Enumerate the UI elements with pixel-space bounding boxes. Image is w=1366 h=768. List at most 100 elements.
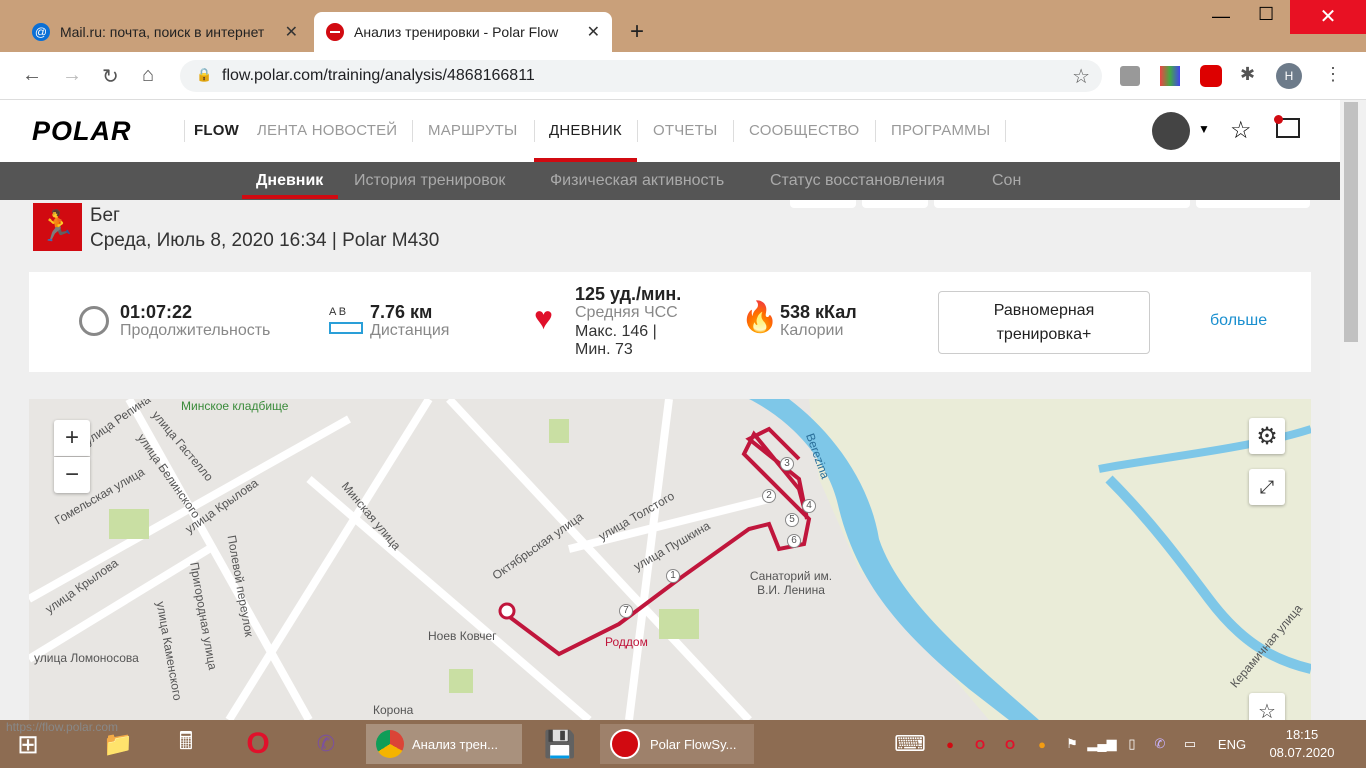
minimize-button[interactable]: — (1212, 6, 1230, 27)
calculator-icon[interactable]: 🖩 (166, 724, 206, 764)
nav-programs[interactable]: ПРОГРАММЫ (891, 122, 990, 139)
map-label: Минское кладбище (181, 399, 289, 413)
nav-reports[interactable]: ОТЧЕТЫ (653, 122, 717, 139)
volume-icon[interactable]: ▭ (1180, 724, 1200, 764)
save-disk-icon[interactable]: 💾 (540, 724, 580, 764)
map-star-icon[interactable]: ☆ (1249, 693, 1285, 720)
back-button[interactable]: ← (22, 64, 42, 87)
training-benefit-button[interactable]: Равномерная тренировка+ (938, 291, 1150, 354)
heart-icon: ♥ (534, 300, 553, 336)
subnav-history[interactable]: История тренировок (354, 172, 505, 190)
nav-routes[interactable]: МАРШРУТЫ (428, 122, 518, 139)
ruler-icon (329, 322, 363, 334)
toolbar-button[interactable] (790, 200, 856, 208)
taskbar: ⊞ 📁 🖩 O ✆ Анализ трен... 💾 Polar FlowSy.… (0, 720, 1366, 768)
zoom-out-button[interactable]: − (54, 457, 90, 493)
polar-icon (326, 23, 344, 41)
route-km-marker[interactable]: 3 (780, 457, 794, 471)
battery-icon[interactable]: ▯ (1122, 724, 1142, 764)
distance-ab: A B (329, 306, 347, 318)
new-tab-button[interactable]: + (630, 18, 644, 46)
tray-app-icon[interactable]: ● (1034, 724, 1050, 764)
polar-header: POLAR FLOW ЛЕНТА НОВОСТЕЙ МАРШРУТЫ ДНЕВН… (0, 100, 1340, 162)
sub-navigation: Дневник История тренировок Физическая ак… (0, 162, 1340, 200)
status-url: https://flow.polar.com (6, 720, 119, 734)
forward-button[interactable]: → (62, 64, 82, 87)
extension-icon[interactable] (1120, 66, 1140, 86)
tab-polar[interactable]: Анализ тренировки - Polar Flow ✕ (314, 12, 612, 52)
notification-dot (1274, 115, 1283, 124)
more-link[interactable]: больше (1210, 312, 1267, 330)
map-settings-gear-icon[interactable]: ⚙ (1249, 418, 1285, 454)
route-km-marker[interactable]: 2 (762, 489, 776, 503)
chevron-down-icon[interactable]: ▼ (1198, 122, 1210, 136)
distance-value: 7.76 км (370, 302, 433, 322)
keyboard-icon[interactable]: ⌨ (892, 724, 928, 764)
maximize-button[interactable]: ☐ (1258, 4, 1274, 25)
close-icon[interactable]: ✕ (587, 22, 600, 42)
taskbar-chrome[interactable]: Анализ трен... (366, 724, 522, 764)
duration-value: 01:07:22 (120, 302, 193, 322)
menu-icon[interactable]: ⋮ (1324, 64, 1342, 85)
opera-tray-icon[interactable]: O (1000, 724, 1020, 764)
nav-community[interactable]: СООБЩЕСТВО (749, 122, 859, 139)
close-icon[interactable]: ✕ (285, 22, 298, 42)
browser-tab-strip: @ Mail.ru: почта, поиск в интернет ✕ Ана… (0, 0, 1366, 52)
tab-mail[interactable]: @ Mail.ru: почта, поиск в интернет ✕ (20, 12, 310, 52)
zoom-in-button[interactable]: + (54, 420, 90, 456)
clock-time: 18:15 (1285, 727, 1319, 742)
toolbar-button[interactable] (1196, 200, 1310, 208)
viber-icon[interactable]: ✆ (306, 724, 346, 764)
extension-icon[interactable] (1160, 66, 1180, 86)
toolbar-button[interactable] (862, 200, 928, 208)
route-km-marker[interactable]: 5 (785, 513, 799, 527)
sport-name: Бег (90, 205, 120, 226)
map-label: Ноев Ковчег (428, 629, 497, 643)
profile-avatar[interactable]: H (1276, 63, 1302, 89)
chrome-icon (376, 730, 404, 758)
stopwatch-icon (79, 306, 109, 336)
route-map[interactable]: Минское кладбище улица Репина улица Гаст… (29, 399, 1311, 720)
route-km-marker[interactable]: 4 (802, 499, 816, 513)
polar-logo[interactable]: POLAR (32, 116, 132, 147)
fullscreen-icon[interactable]: ⤢ (1249, 469, 1285, 505)
language-indicator[interactable]: ENG (1212, 724, 1252, 764)
distance-label: Дистанция (370, 322, 450, 339)
session-datetime: Среда, Июль 8, 2020 16:34 | Polar M430 (90, 230, 440, 251)
calories-label: Калории (780, 322, 844, 339)
scrollbar-thumb[interactable] (1344, 102, 1358, 342)
hr-min: Мин. 73 (575, 341, 633, 358)
toolbar-button[interactable] (934, 200, 1190, 208)
taskbar-polar-flowsync[interactable]: Polar FlowSy... (600, 724, 754, 764)
summary-card: 01:07:22 Продолжительность A B 7.76 км Д… (29, 272, 1311, 372)
nav-news[interactable]: ЛЕНТА НОВОСТЕЙ (257, 122, 397, 139)
extensions-puzzle-icon[interactable]: ✱ (1240, 64, 1255, 85)
bookmark-star-icon[interactable]: ☆ (1072, 64, 1090, 89)
opera-icon[interactable]: O (238, 724, 278, 764)
subnav-sleep[interactable]: Сон (992, 172, 1021, 190)
polar-tray-icon[interactable]: ● (940, 724, 960, 764)
reload-button[interactable]: ↻ (102, 64, 119, 89)
close-window-button[interactable]: ✕ (1290, 0, 1366, 34)
address-bar[interactable]: 🔒 flow.polar.com/training/analysis/48681… (180, 60, 1102, 92)
user-avatar[interactable] (1152, 112, 1190, 150)
subnav-activity[interactable]: Физическая активность (550, 172, 724, 190)
subnav-diary[interactable]: Дневник (256, 172, 323, 190)
nav-diary[interactable]: ДНЕВНИК (549, 122, 622, 139)
clock[interactable]: 18:15 08.07.2020 (1262, 726, 1342, 762)
flag-icon[interactable]: ⚑ (1062, 724, 1082, 764)
route-km-marker[interactable]: 7 (619, 604, 633, 618)
home-button[interactable]: ⌂ (142, 64, 154, 87)
running-icon: 🏃 (33, 203, 82, 251)
map-label: Роддом (605, 635, 648, 649)
subnav-recovery[interactable]: Статус восстановления (770, 172, 945, 190)
route-km-marker[interactable]: 6 (787, 534, 801, 548)
network-signal-icon[interactable]: ▂▄▆ (1087, 724, 1116, 764)
route-km-marker[interactable]: 1 (666, 569, 680, 583)
opera-tray-icon[interactable]: O (970, 724, 990, 764)
adblock-icon[interactable] (1200, 65, 1222, 87)
hr-max: Макс. 146 | (575, 323, 657, 340)
viber-tray-icon[interactable]: ✆ (1150, 724, 1170, 764)
favorites-star-icon[interactable]: ☆ (1230, 116, 1252, 145)
calories-value: 538 кКал (780, 302, 857, 322)
